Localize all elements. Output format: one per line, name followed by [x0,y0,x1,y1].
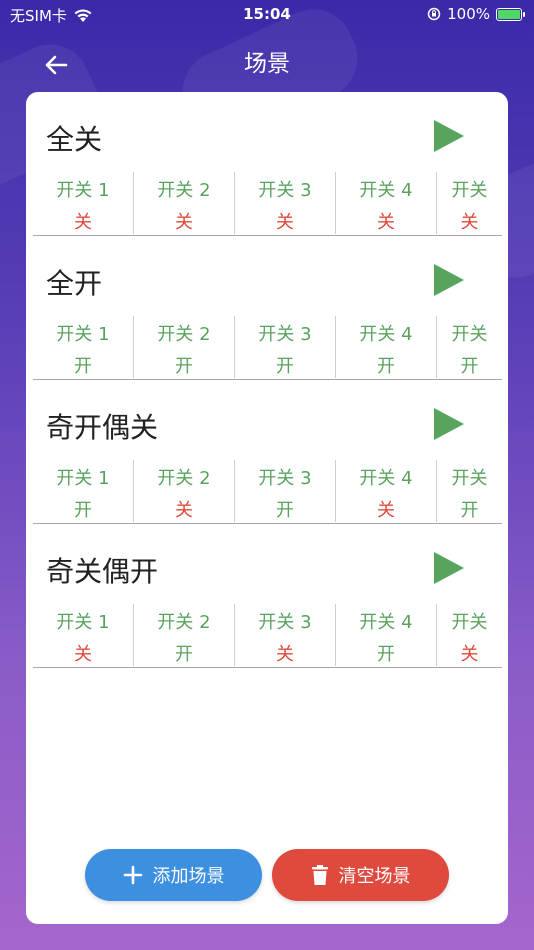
play-icon [434,264,464,296]
battery-percent: 100% [447,5,490,23]
switch-state: 关 [175,212,193,233]
plus-icon [123,865,142,885]
switch-name: 开关 2 [157,180,211,201]
switch-cell: 开关 3 开 [235,460,336,522]
switch-state: 开 [175,644,193,665]
switch-name: 开关 [451,324,488,345]
status-right: 100% [427,5,525,23]
switch-state: 关 [74,212,92,233]
switch-cell: 开关 1 关 [33,172,134,234]
switch-name: 开关 2 [157,324,211,345]
status-bar: 无SIM卡 15:04 100% [0,0,534,28]
scene-list-card: 全关 开关 1 关开关 2 关开关 3 关开关 4 关开关关全开 开关 1 开开关 2 开开关 … [26,92,508,924]
play-scene-button[interactable] [431,263,467,297]
switch-cell: 开关关 [437,604,502,666]
switch-state: 开 [74,356,92,377]
switch-cell: 开关 2 关 [134,172,235,234]
play-icon [434,552,464,584]
clear-scenes-label: 清空场景 [338,866,411,887]
switch-name: 开关 3 [258,612,312,633]
switch-cell: 开关关 [437,172,502,234]
clear-scenes-button[interactable]: 清空场景 [272,849,449,901]
switch-name: 开关 4 [359,180,413,201]
switch-cell: 开关 2 开 [134,316,235,378]
switch-name: 开关 1 [56,468,110,489]
switch-state: 关 [460,212,479,233]
add-scene-button[interactable]: 添加场景 [85,849,262,901]
switch-state: 关 [74,644,92,665]
switch-row: 开关 1 关开关 2 关开关 3 关开关 4 关开关关 [33,172,502,234]
switch-cell: 开关 1 关 [33,604,134,666]
switch-cell: 开关 4 开 [336,604,437,666]
scene-item: 奇开偶关 开关 1 开 开关 2 关 开关 3 开 开关 4 关 开关开 [33,380,502,524]
switch-cell: 开关 1 开 [33,460,134,522]
scene-title: 全开 [46,267,103,300]
switch-name: 开关 1 [56,180,110,201]
switch-cell: 开关 3 开 [235,316,336,378]
switch-cell: 开关 4 开 [336,316,437,378]
trash-icon [311,865,328,885]
page-title: 场景 [244,51,290,77]
scene-title: 奇关偶开 [46,555,159,588]
play-icon [434,408,464,440]
scene-item: 全关 开关 1 关开关 2 关开关 3 关开关 4 关开关关 [33,92,502,236]
scene-item: 奇关偶开 开关 1 关 开关 2 开 开关 3 关 开关 4 开 开关关 [33,524,502,668]
switch-state: 开 [377,356,395,377]
switch-name: 开关 [451,468,488,489]
switch-state: 开 [460,500,479,521]
header: 场景 [0,40,534,84]
switch-state: 关 [460,644,479,665]
switch-name: 开关 4 [359,468,413,489]
add-scene-label: 添加场景 [152,866,225,887]
switch-cell: 开关 3 关 [235,172,336,234]
play-scene-button[interactable] [431,407,467,441]
switch-row: 开关 1 开开关 2 开开关 3 开开关 4 开开关开 [33,316,502,378]
switch-name: 开关 4 [359,612,413,633]
switch-cell: 开关 2 关 [134,460,235,522]
switch-state: 开 [276,500,294,521]
play-icon [434,120,464,152]
switch-row: 开关 1 关 开关 2 开 开关 3 关 开关 4 开 开关关 [33,604,502,666]
switch-row: 开关 1 开 开关 2 关 开关 3 开 开关 4 关 开关开 [33,460,502,522]
switch-state: 开 [276,356,294,377]
switch-cell: 开关 4 关 [336,460,437,522]
switch-state: 开 [460,356,479,377]
switch-name: 开关 1 [56,324,110,345]
orientation-lock-icon [427,7,441,21]
switch-name: 开关 [451,180,488,201]
switch-cell: 开关开 [437,316,502,378]
scene-item: 全开 开关 1 开开关 2 开开关 3 开开关 4 开开关开 [33,236,502,380]
switch-name: 开关 2 [157,612,211,633]
switch-cell: 开关 1 开 [33,316,134,378]
switch-name: 开关 3 [258,324,312,345]
switch-state: 开 [377,644,395,665]
switch-state: 关 [175,500,193,521]
switch-name: 开关 [451,612,488,633]
switch-cell: 开关开 [437,460,502,522]
switch-name: 开关 1 [56,612,110,633]
switch-cell: 开关 2 开 [134,604,235,666]
switch-name: 开关 3 [258,180,312,201]
switch-state: 关 [276,212,294,233]
scene-title: 全关 [46,123,103,156]
switch-cell: 开关 3 关 [235,604,336,666]
switch-state: 开 [175,356,193,377]
switch-name: 开关 4 [359,324,413,345]
switch-name: 开关 3 [258,468,312,489]
switch-state: 关 [377,212,395,233]
scene-title: 奇开偶关 [46,411,159,444]
play-scene-button[interactable] [431,551,467,585]
switch-cell: 开关 4 关 [336,172,437,234]
switch-state: 开 [74,500,92,521]
switch-state: 关 [377,500,395,521]
switch-state: 关 [276,644,294,665]
battery-icon [496,7,525,21]
play-scene-button[interactable] [431,119,467,153]
switch-name: 开关 2 [157,468,211,489]
